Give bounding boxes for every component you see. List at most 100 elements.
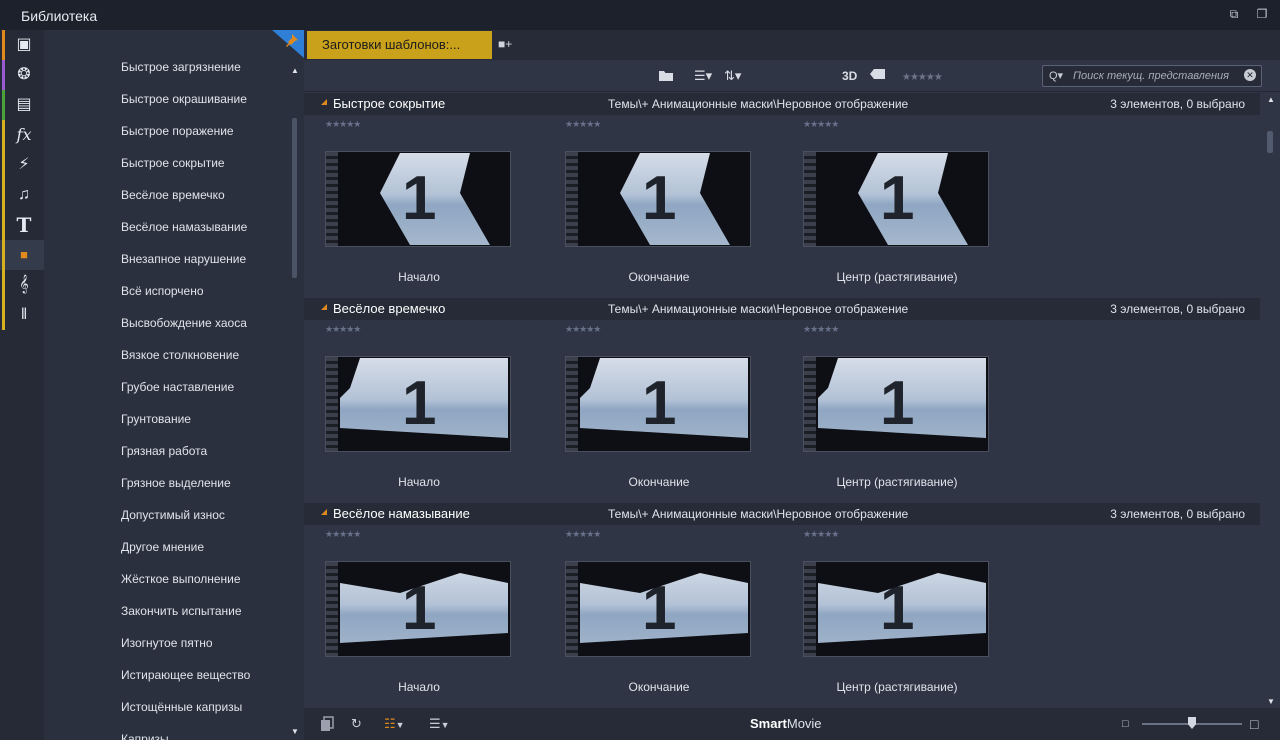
details-menu-icon[interactable]: ☰▼ <box>429 716 450 732</box>
slider-knob[interactable] <box>1188 717 1196 729</box>
content-scrollbar[interactable]: ▲ ▼ <box>1264 93 1280 708</box>
list-scrollbar[interactable]: ▲ ▼ <box>290 66 300 736</box>
large-thumb-icon[interactable]: □ <box>1250 716 1258 732</box>
template-item[interactable]: ★★★★★ 1 Окончание <box>544 324 751 496</box>
template-thumbnail[interactable]: 1 <box>325 151 511 247</box>
template-thumbnail[interactable]: 1 <box>565 356 751 452</box>
list-view-icon[interactable]: ☰▾ <box>694 68 712 84</box>
list-item[interactable]: Грязная работа <box>121 439 250 471</box>
title-t-icon[interactable]: T <box>14 215 34 235</box>
scroll-up-icon[interactable]: ▲ <box>1267 95 1275 104</box>
template-thumbnail[interactable]: 1 <box>325 561 511 657</box>
group-header[interactable]: Весёлое намазывание Темы\+ Анимационные … <box>304 503 1260 525</box>
list-item[interactable]: Вязкое столкновение <box>121 343 250 375</box>
list-item[interactable]: Закончить испытание <box>121 599 250 631</box>
template-thumbnail[interactable]: 1 <box>565 151 751 247</box>
montage-icon[interactable]: ■ <box>14 246 34 264</box>
film-reel-icon[interactable]: ❂ <box>14 66 34 84</box>
template-item[interactable]: ★★★★★ 1 Окончание <box>544 119 751 291</box>
category-montage[interactable]: ■ <box>0 240 44 270</box>
photos-icon[interactable]: ▤ <box>14 96 34 114</box>
category-box[interactable]: ▣ <box>0 30 44 60</box>
search-box[interactable]: Q▾ ✕ <box>1042 65 1262 87</box>
template-item[interactable]: ★★★★★ 1 Окончание <box>544 529 751 701</box>
list-item[interactable]: Быстрое загрязнение <box>121 55 250 87</box>
category-treble-clef[interactable]: 𝄞 <box>0 270 44 300</box>
rating-stars[interactable]: ★★★★★ <box>565 529 601 540</box>
group-header[interactable]: Весёлое времечко Темы\+ Анимационные мас… <box>304 298 1260 320</box>
copy-icon[interactable] <box>320 716 334 732</box>
template-thumbnail[interactable]: 1 <box>803 151 989 247</box>
category-fx[interactable]: fx <box>0 120 44 150</box>
list-item[interactable]: Весёлое времечко <box>121 183 250 215</box>
template-item[interactable]: ★★★★★ 1 Начало <box>304 324 511 496</box>
scroll-down-icon[interactable]: ▼ <box>1267 697 1275 706</box>
rating-stars[interactable]: ★★★★★ <box>803 324 839 335</box>
collapse-triangle-icon[interactable] <box>321 99 327 105</box>
search-icon[interactable]: Q▾ <box>1049 69 1063 82</box>
list-item[interactable]: Жёсткое выполнение <box>121 567 250 599</box>
category-lightning[interactable]: ⚡ <box>0 150 44 180</box>
add-tab-icon[interactable]: ■+ <box>498 37 514 51</box>
tab-template-presets[interactable]: Заготовки шаблонов:... <box>307 31 492 59</box>
list-item[interactable]: Капризы <box>121 727 250 740</box>
search-input[interactable] <box>1073 68 1243 84</box>
sort-icon[interactable]: ⇅▾ <box>724 68 741 84</box>
rating-stars[interactable]: ★★★★★ <box>325 324 361 335</box>
grid-view-icon[interactable]: ☷▼ <box>384 716 405 732</box>
category-photos[interactable]: ▤ <box>0 90 44 120</box>
list-item[interactable]: Изогнутое пятно <box>121 631 250 663</box>
template-item[interactable]: ★★★★★ 1 Центр (растягивание) <box>782 119 989 291</box>
rating-stars[interactable]: ★★★★★ <box>325 529 361 540</box>
template-item[interactable]: ★★★★★ 1 Начало <box>304 529 511 701</box>
list-item[interactable]: Грунтование <box>121 407 250 439</box>
scroll-down-icon[interactable]: ▼ <box>291 727 299 736</box>
group-header[interactable]: Быстрое сокрытие Темы\+ Анимационные мас… <box>304 93 1260 115</box>
category-piano[interactable]: ‖ <box>0 300 44 330</box>
list-item[interactable]: Допустимый износ <box>121 503 250 535</box>
collapse-triangle-icon[interactable] <box>321 509 327 515</box>
list-item[interactable]: Быстрое сокрытие <box>121 151 250 183</box>
list-item[interactable]: Всё испорчено <box>121 279 250 311</box>
list-item[interactable]: Грубое наставление <box>121 375 250 407</box>
detach-window-icon[interactable]: ❐ <box>1255 7 1269 21</box>
smartmovie-button[interactable]: SmartMovie <box>750 716 822 731</box>
music-note-icon[interactable]: ♫ <box>14 186 34 204</box>
pin-icon[interactable] <box>272 30 304 58</box>
collapse-triangle-icon[interactable] <box>321 304 327 310</box>
template-item[interactable]: ★★★★★ 1 Центр (растягивание) <box>782 529 989 701</box>
category-film-reel[interactable]: ❂ <box>0 60 44 90</box>
list-item[interactable]: Истирающее вещество <box>121 663 250 695</box>
lightning-icon[interactable]: ⚡ <box>14 156 34 174</box>
list-item[interactable]: Другое мнение <box>121 535 250 567</box>
list-item[interactable]: Внезапное нарушение <box>121 247 250 279</box>
rating-stars[interactable]: ★★★★★ <box>565 119 601 130</box>
rating-stars[interactable]: ★★★★★ <box>565 324 601 335</box>
list-item[interactable]: Грязное выделение <box>121 471 250 503</box>
small-thumb-icon[interactable]: □ <box>1122 716 1129 732</box>
list-item[interactable]: Истощённые капризы <box>121 695 250 727</box>
template-thumbnail[interactable]: 1 <box>803 356 989 452</box>
list-item[interactable]: Быстрое поражение <box>121 119 250 151</box>
folder-icon[interactable] <box>658 68 674 84</box>
category-music-note[interactable]: ♫ <box>0 180 44 210</box>
box-icon[interactable]: ▣ <box>14 36 34 54</box>
list-item[interactable]: Весёлое намазывание <box>121 215 250 247</box>
rating-stars[interactable]: ★★★★★ <box>325 119 361 130</box>
category-title-t[interactable]: T <box>0 210 44 240</box>
scroll-up-icon[interactable]: ▲ <box>291 66 299 75</box>
rating-stars[interactable]: ★★★★★ <box>803 119 839 130</box>
template-thumbnail[interactable]: 1 <box>565 561 751 657</box>
thumbnail-size-slider[interactable] <box>1142 717 1242 729</box>
restore-window-icon[interactable]: ⧉ <box>1227 7 1241 21</box>
fx-icon[interactable]: fx <box>14 126 34 144</box>
tag-filter-icon[interactable] <box>870 68 886 84</box>
template-thumbnail[interactable]: 1 <box>803 561 989 657</box>
template-thumbnail[interactable]: 1 <box>325 356 511 452</box>
list-item[interactable]: Быстрое окрашивание <box>121 87 250 119</box>
rating-stars[interactable]: ★★★★★ <box>803 529 839 540</box>
scroll-thumb[interactable] <box>1267 131 1273 153</box>
piano-icon[interactable]: ‖ <box>14 306 34 324</box>
3d-filter-button[interactable]: 3D <box>842 68 857 84</box>
scroll-thumb[interactable] <box>292 118 297 278</box>
